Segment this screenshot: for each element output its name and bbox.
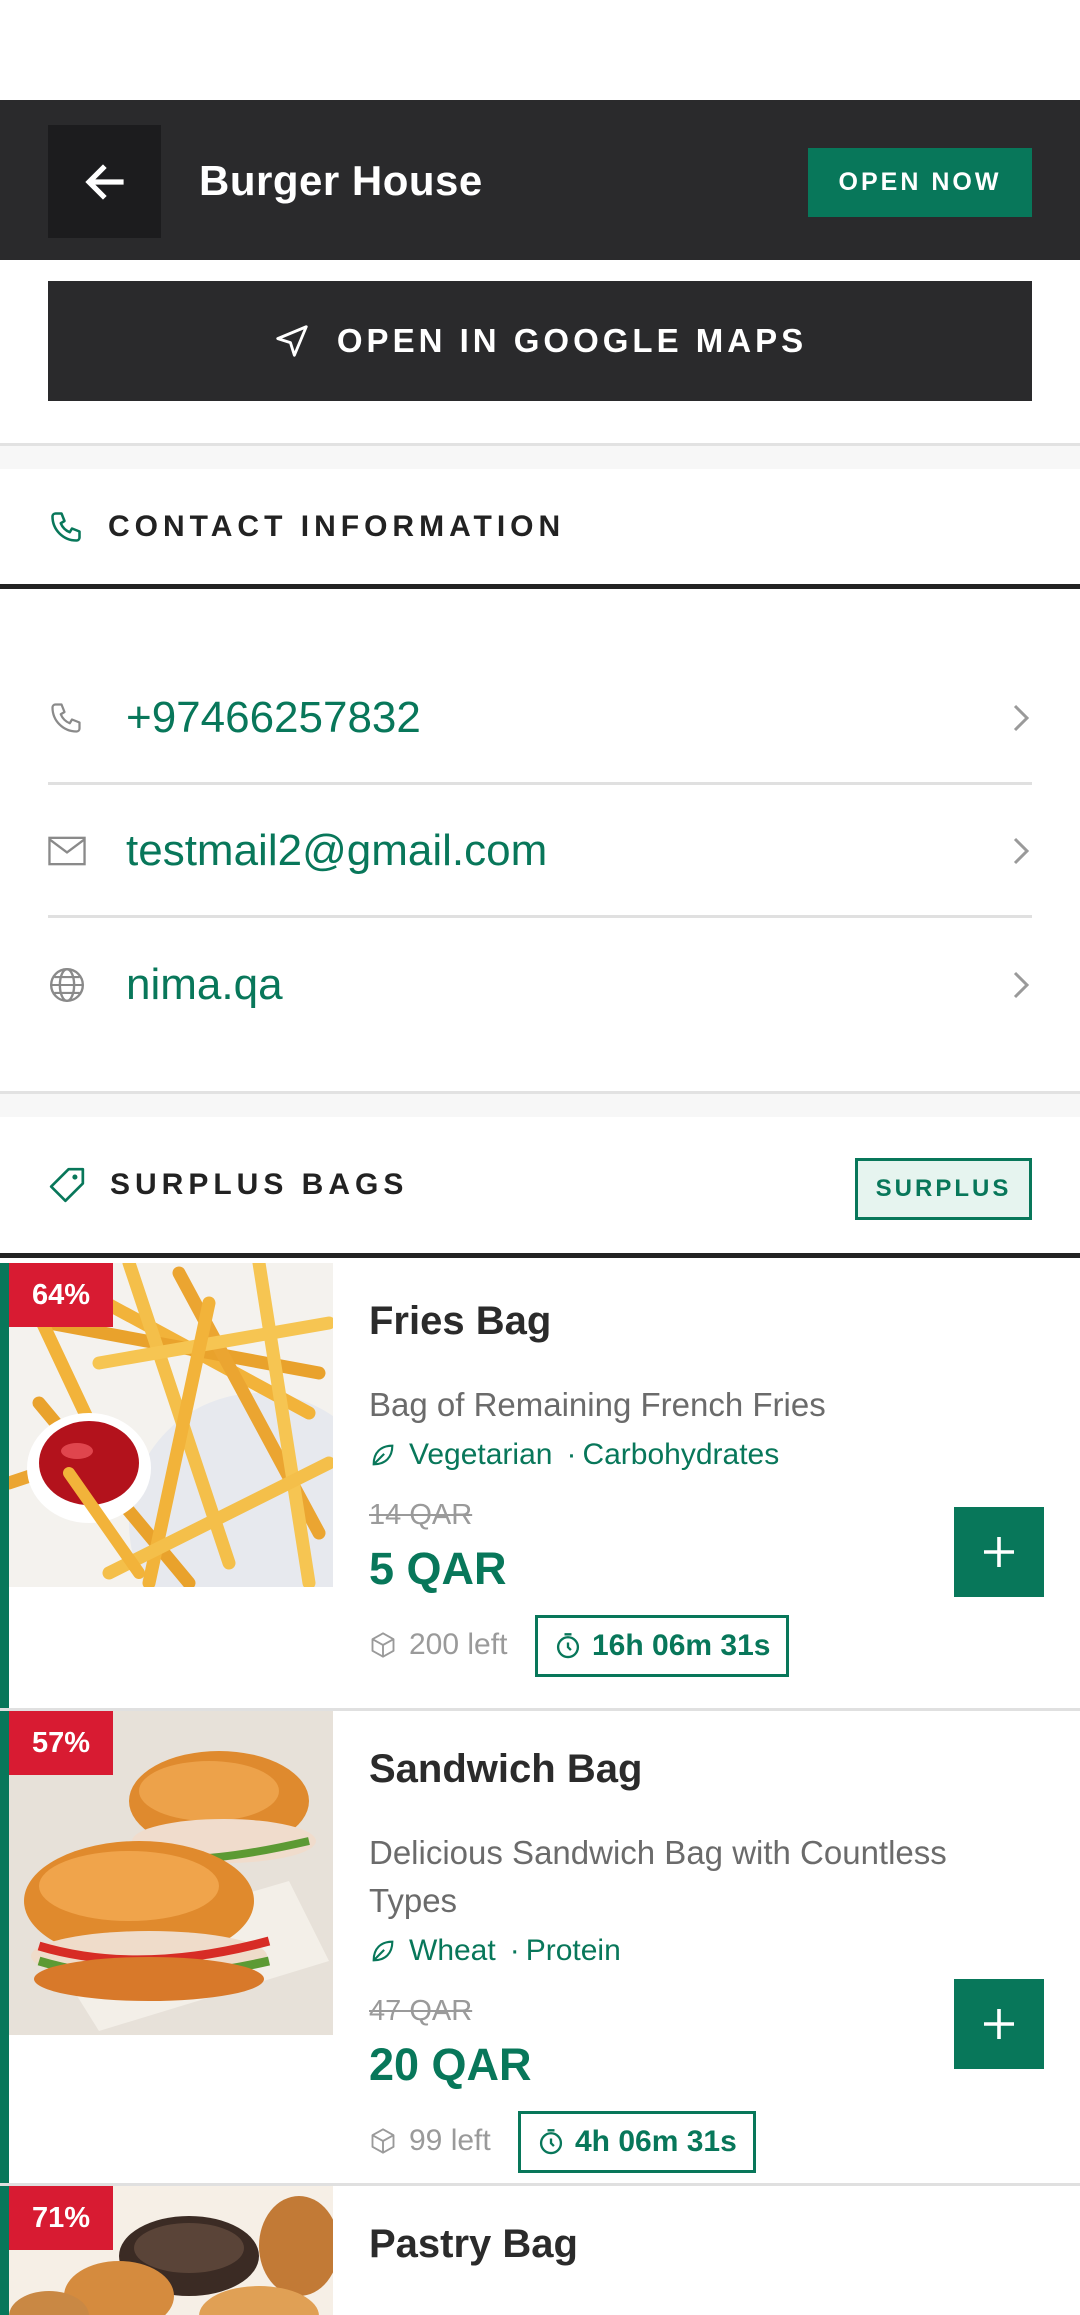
product-name: Pastry Bag [369, 2222, 578, 2266]
product-description: Delicious Sandwich Bag with Countless Ty… [369, 1834, 947, 1919]
stock-count: 99 left [369, 2124, 491, 2158]
original-price: 14 QAR [369, 1499, 473, 1531]
product-card: 57% Sandwich Bag Delicious Sandwich Bag … [0, 1711, 1080, 2186]
timer-label: 4h 06m 31s [575, 2125, 737, 2158]
timer-icon [539, 2129, 563, 2155]
maps-button-label: OPEN IN GOOGLE MAPS [336, 322, 808, 359]
pickup-countdown-timer: 4h 06m 31s [518, 2111, 756, 2173]
timer-icon [556, 1633, 580, 1659]
product-name: Sandwich Bag [369, 1747, 643, 1791]
open-in-google-maps-button[interactable]: OPEN IN GOOGLE MAPS [48, 281, 1032, 401]
phone-icon [51, 702, 81, 733]
contact-email-row[interactable]: testmail2@gmail.com [48, 786, 1032, 918]
product-description: Bag of Remaining French Fries [369, 1386, 826, 1423]
contact-section-title: CONTACT INFORMATION [108, 509, 566, 543]
email-link[interactable]: testmail2@gmail.com [126, 826, 1002, 876]
timer-label: 16h 06m 31s [592, 1629, 771, 1662]
leaf-icon [372, 1940, 394, 1962]
sale-price: 5 QAR [369, 1543, 507, 1594]
mail-icon [48, 836, 86, 865]
original-price: 47 QAR [369, 1995, 473, 2027]
status-bar-area [0, 0, 1080, 100]
product-tag: Protein [525, 1934, 621, 1967]
product-tag: Carbohydrates [582, 1438, 780, 1471]
discount-badge: 71% [9, 2186, 113, 2250]
phone-number-link[interactable]: +97466257832 [126, 693, 1002, 743]
website-link[interactable]: nima.qa [126, 960, 1002, 1010]
globe-icon [49, 967, 85, 1003]
section-divider [0, 1091, 1080, 1117]
add-to-cart-button[interactable] [954, 1979, 1044, 2069]
contact-phone-row[interactable]: +97466257832 [48, 653, 1032, 785]
pickup-countdown-timer: 16h 06m 31s [535, 1615, 790, 1677]
product-description: Delicious Pastry Bag [369, 2304, 1029, 2315]
product-card: 71% Pastry Bag Delicious Pastry Bag [0, 2186, 1080, 2315]
card-accent-bar [0, 1263, 9, 1708]
product-card: 64% Fries Bag Bag of Remaining French Fr… [0, 1263, 1080, 1711]
discount-badge: 64% [9, 1263, 113, 1327]
chevron-right-icon [1013, 971, 1030, 999]
card-accent-bar [0, 2186, 9, 2315]
box-icon [371, 2128, 395, 2154]
add-to-cart-button[interactable] [954, 1507, 1044, 1597]
stock-label: 200 left [409, 1628, 508, 1661]
product-tag: Wheat [409, 1934, 496, 1967]
open-status-badge: OPEN NOW [808, 148, 1032, 217]
card-accent-bar [0, 1711, 9, 2183]
leaf-icon [372, 1444, 394, 1466]
product-name: Fries Bag [369, 1299, 552, 1343]
chevron-right-icon [1013, 837, 1030, 864]
box-icon [371, 1632, 395, 1658]
back-button[interactable] [48, 125, 161, 238]
product-tag: Vegetarian [409, 1438, 553, 1471]
section-divider [0, 443, 1080, 469]
surplus-badge: SURPLUS [855, 1158, 1032, 1220]
contact-website-row[interactable]: nima.qa [48, 919, 1032, 1051]
sale-price: 20 QAR [369, 2039, 532, 2090]
top-app-bar: Burger House OPEN NOW [0, 100, 1080, 260]
plus-icon [984, 2009, 1014, 2039]
surplus-section-title: SURPLUS BAGS [110, 1168, 409, 1201]
chevron-right-icon [1013, 704, 1030, 731]
surplus-section-header: SURPLUS BAGS SURPLUS [0, 1117, 1080, 1258]
stock-count: 200 left [369, 1628, 507, 1662]
product-tags: Vegetarian · Carbohydrates [369, 1438, 779, 1472]
page-title: Burger House [199, 157, 483, 204]
product-tags: Wheat · Protein [369, 1934, 621, 1968]
arrow-left-icon [84, 163, 124, 200]
stock-label: 99 left [409, 2124, 491, 2157]
contact-section-header: CONTACT INFORMATION [0, 469, 1080, 589]
plus-icon [984, 1537, 1014, 1567]
discount-badge: 57% [9, 1711, 113, 1775]
phone-icon [51, 511, 81, 542]
tag-icon [49, 1167, 85, 1203]
navigation-arrow-icon [276, 325, 308, 357]
